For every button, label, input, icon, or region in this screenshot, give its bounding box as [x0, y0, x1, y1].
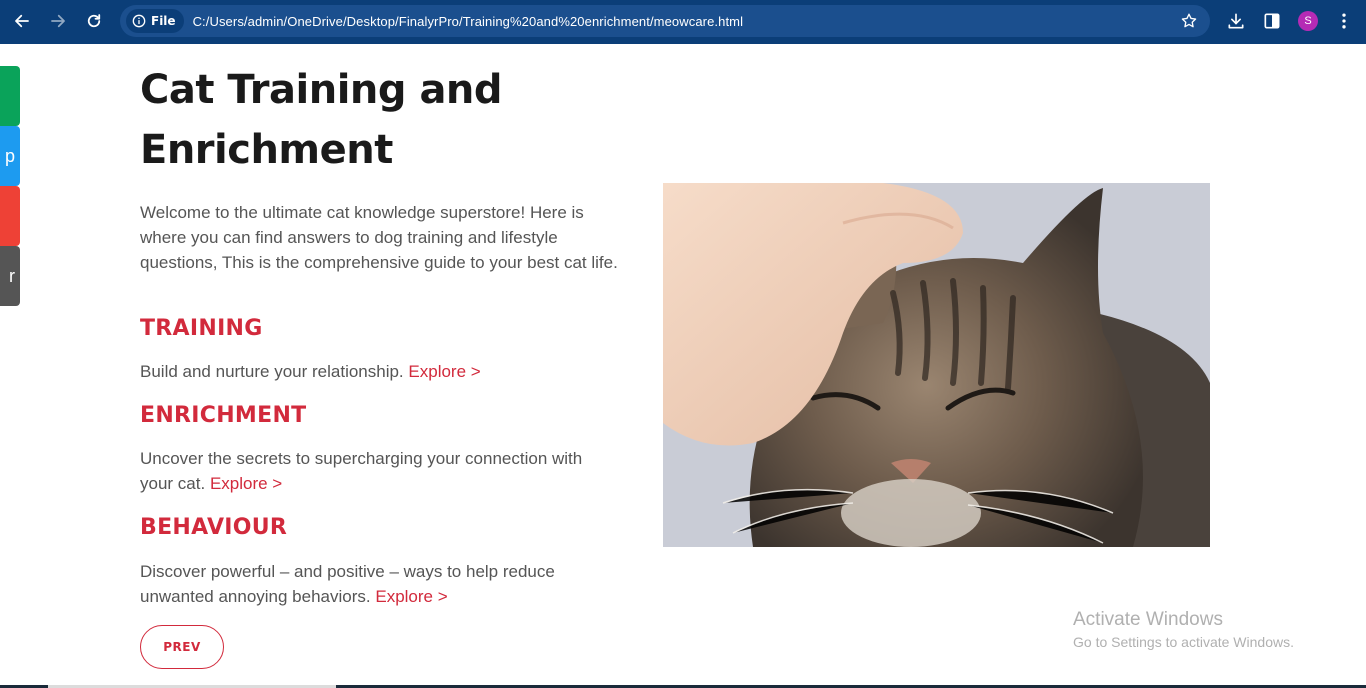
back-button[interactable]	[4, 3, 40, 39]
share-tab-pinterest[interactable]: p	[0, 126, 20, 186]
section-heading-behaviour: BEHAVIOUR	[140, 515, 288, 540]
menu-kebab-icon[interactable]	[1334, 11, 1354, 31]
section-body-enrichment: Uncover the secrets to supercharging you…	[140, 449, 583, 493]
section-body-behaviour: Discover powerful – and positive – ways …	[140, 562, 555, 606]
share-gray-icon: r	[9, 265, 15, 286]
prev-button[interactable]: PREV	[140, 625, 224, 669]
activate-windows-subtitle: Go to Settings to activate Windows.	[1073, 634, 1294, 650]
section-body-training: Build and nurture your relationship.	[140, 362, 404, 381]
info-icon	[132, 14, 146, 28]
section-heading-training: TRAINING	[140, 316, 263, 341]
cat-photo	[663, 183, 1210, 547]
share-tab-green[interactable]	[0, 66, 20, 126]
forward-button[interactable]	[40, 3, 76, 39]
cat-being-petted-image	[663, 183, 1210, 547]
explore-link-training[interactable]: Explore >	[408, 362, 480, 381]
section-text-training: Build and nurture your relationship. Exp…	[140, 359, 620, 384]
share-tab-red[interactable]	[0, 186, 20, 246]
section-text-enrichment: Uncover the secrets to supercharging you…	[140, 446, 620, 496]
explore-link-enrichment[interactable]: Explore >	[210, 474, 282, 493]
bookmark-star-icon[interactable]	[1180, 12, 1198, 30]
reload-icon	[87, 14, 101, 28]
pinterest-icon: p	[4, 145, 15, 166]
page-title-line1: Cat Training and	[140, 67, 503, 113]
page-title: Cat Training and Enrichment	[140, 60, 620, 180]
browser-toolbar: File C:/Users/admin/OneDrive/Desktop/Fin…	[0, 0, 1366, 44]
activate-windows-title: Activate Windows	[1073, 609, 1223, 630]
arrow-right-icon	[51, 14, 65, 28]
main-content: Cat Training and Enrichment Welcome to t…	[140, 60, 620, 275]
section-heading-enrichment: ENRICHMENT	[140, 403, 307, 428]
page-title-line2: Enrichment	[140, 127, 393, 173]
side-panel-icon[interactable]	[1262, 11, 1282, 31]
address-bar[interactable]: File C:/Users/admin/OneDrive/Desktop/Fin…	[120, 5, 1210, 37]
explore-link-behaviour[interactable]: Explore >	[375, 587, 447, 606]
download-icon[interactable]	[1226, 11, 1246, 31]
reload-button[interactable]	[76, 3, 112, 39]
arrow-left-icon	[15, 14, 29, 28]
section-text-behaviour: Discover powerful – and positive – ways …	[140, 559, 620, 609]
url-text[interactable]: C:/Users/admin/OneDrive/Desktop/FinalyrP…	[193, 14, 744, 29]
profile-avatar[interactable]: S	[1298, 11, 1318, 31]
site-info-chip[interactable]: File	[126, 9, 184, 33]
intro-paragraph: Welcome to the ultimate cat knowledge su…	[140, 203, 618, 272]
share-tab-gray[interactable]: r	[0, 246, 20, 306]
scheme-label: File	[151, 14, 176, 28]
